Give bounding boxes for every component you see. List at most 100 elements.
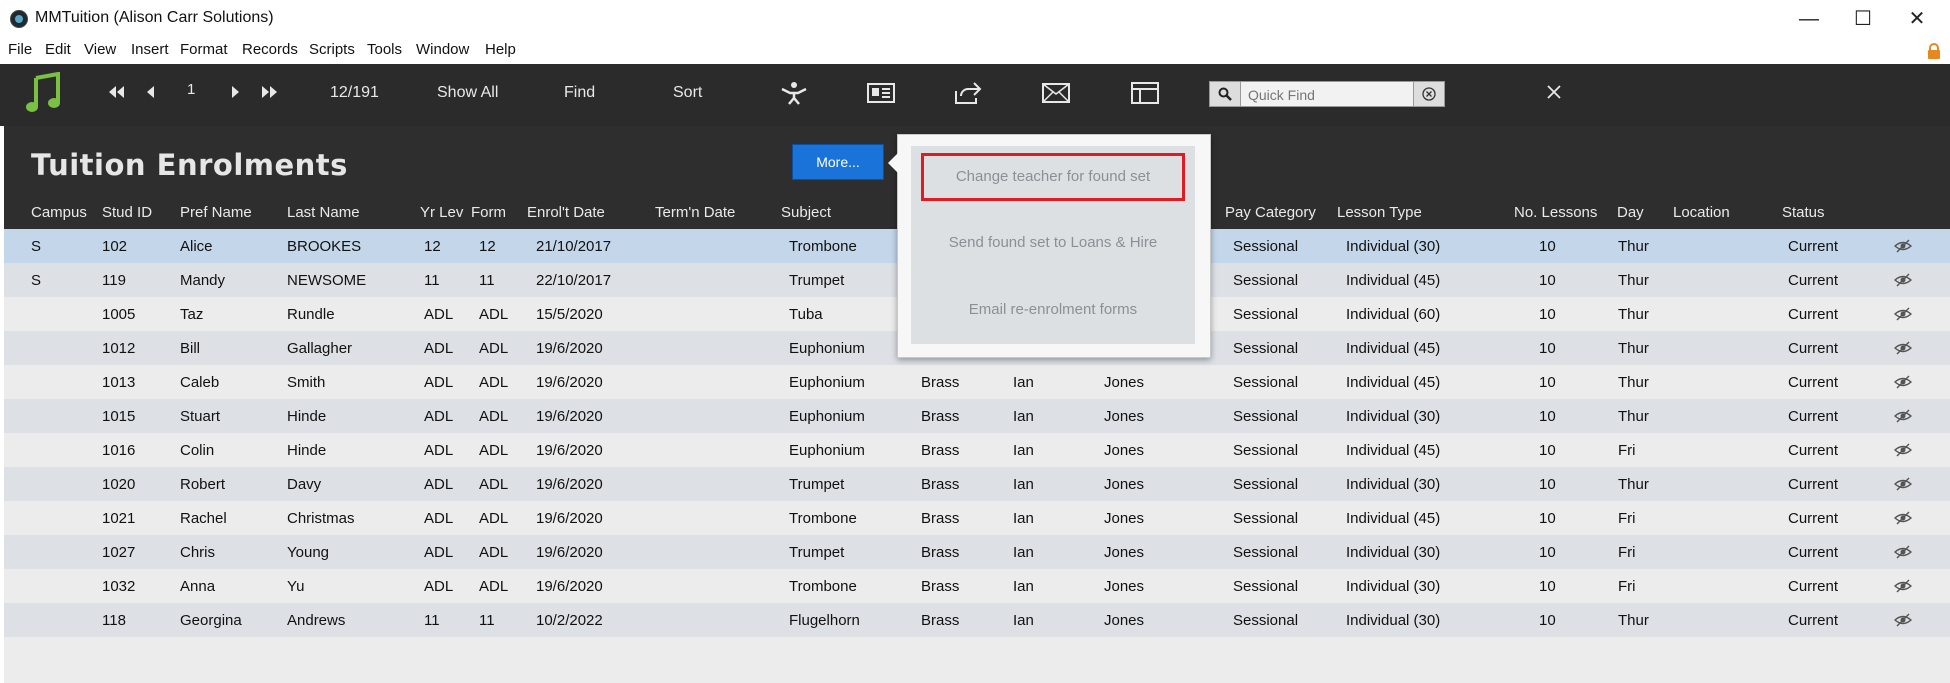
quick-find-input[interactable] [1246,85,1410,105]
cell-teacher-last: Jones [1104,544,1145,561]
cell-last-name: Smith [287,374,326,391]
col-form[interactable]: Form [471,204,506,221]
more-button[interactable]: More... [792,144,884,180]
cell-yr-lev: ADL [424,578,454,595]
col-pref-name[interactable]: Pref Name [180,204,252,221]
menu-insert[interactable]: Insert [131,41,169,58]
cell-day: Thur [1618,306,1649,323]
email-reenrolment-button[interactable]: Email re-enrolment forms [911,301,1195,318]
layout-icon[interactable] [1131,82,1159,104]
last-record-icon[interactable] [261,85,279,99]
cell-enrol-date: 19/6/2020 [536,476,603,493]
close-window-button[interactable]: ✕ [1902,6,1932,32]
col-pay-category[interactable]: Pay Category [1225,204,1316,221]
menu-help[interactable]: Help [485,41,516,58]
cell-enrol-date: 19/6/2020 [536,544,603,561]
cell-yr-lev: ADL [424,476,454,493]
cell-status: Current [1788,578,1839,595]
menu-edit[interactable]: Edit [45,41,71,58]
cell-enrol-date: 19/6/2020 [536,374,603,391]
hide-eye-icon[interactable] [1894,375,1912,389]
table-row[interactable]: 1021 Rachel Christmas ADL ADL 19/6/2020 Trombo… [4,501,1950,535]
col-term-date[interactable]: Term'n Date [655,204,735,221]
hide-eye-icon[interactable] [1894,579,1912,593]
col-subject[interactable]: Subject [781,204,831,221]
col-last-name[interactable]: Last Name [287,204,360,221]
col-lesson-type[interactable]: Lesson Type [1337,204,1422,221]
send-to-loans-button[interactable]: Send found set to Loans & Hire [911,234,1195,251]
close-icon[interactable] [1547,85,1561,99]
show-all-button[interactable]: Show All [437,84,498,102]
hide-eye-icon[interactable] [1894,443,1912,457]
menu-file[interactable]: File [8,41,32,58]
cell-no-lessons: 10 [1539,340,1556,357]
table-row[interactable]: 1020 Robert Davy ADL ADL 19/6/2020 Trumpet Bras… [4,467,1950,501]
table-row[interactable]: 1013 Caleb Smith ADL ADL 19/6/2020 Euphonium Br… [4,365,1950,399]
table-row[interactable]: 118 Georgina Andrews 11 11 10/2/2022 Flugelhor… [4,603,1950,637]
table-row[interactable]: 1016 Colin Hinde ADL ADL 19/6/2020 Euphonium Br… [4,433,1950,467]
cell-form: ADL [479,544,509,561]
cell-last-name: NEWSOME [287,272,367,289]
cell-subject: Euphonium [789,442,865,459]
first-record-icon[interactable] [107,85,125,99]
col-no-lessons[interactable]: No. Lessons [1514,204,1597,221]
sort-button[interactable]: Sort [673,84,702,102]
cell-pay-category: Sessional [1233,272,1299,289]
hide-eye-icon[interactable] [1894,511,1912,525]
next-record-icon[interactable] [231,85,241,99]
contact-card-icon[interactable] [867,83,895,103]
menu-tools[interactable]: Tools [367,41,402,58]
cell-last-name: Andrews [287,612,346,629]
cell-enrol-date: 19/6/2020 [536,340,603,357]
menu-window[interactable]: Window [416,41,469,58]
table-row[interactable]: 1027 Chris Young ADL ADL 19/6/2020 Trumpet Bras… [4,535,1950,569]
find-button[interactable]: Find [564,84,595,102]
menu-records[interactable]: Records [242,41,298,58]
app-icon [10,10,28,28]
hide-eye-icon[interactable] [1894,545,1912,559]
hide-eye-icon[interactable] [1894,477,1912,491]
hide-eye-icon[interactable] [1894,613,1912,627]
col-stud-id[interactable]: Stud ID [102,204,152,221]
cell-stud-id: 1012 [102,340,136,357]
col-status[interactable]: Status [1782,204,1825,221]
quick-find-box [1209,81,1445,107]
cell-no-lessons: 10 [1539,578,1556,595]
toolbar: 1 12/191 Show All Find Sort [0,64,1950,126]
cell-subject: Euphonium [789,340,865,357]
table-row[interactable]: 1032 Anna Yu ADL ADL 19/6/2020 Trombone Brass Ia… [4,569,1950,603]
table-row[interactable]: 1015 Stuart Hinde ADL ADL 19/6/2020 Euphonium B… [4,399,1950,433]
col-day[interactable]: Day [1617,204,1644,221]
col-yr-lev[interactable]: Yr Lev [420,204,463,221]
menu-scripts[interactable]: Scripts [309,41,355,58]
cell-teacher-first: Ian [1013,408,1034,425]
cell-pref-name: Taz [180,306,204,323]
mail-icon[interactable] [1042,83,1070,103]
menu-format[interactable]: Format [180,41,228,58]
col-enrol-date[interactable]: Enrol't Date [527,204,605,221]
cell-stud-id: 1020 [102,476,136,493]
hide-eye-icon[interactable] [1894,307,1912,321]
col-location[interactable]: Location [1673,204,1730,221]
previous-record-icon[interactable] [145,85,155,99]
cell-no-lessons: 10 [1539,374,1556,391]
change-teacher-button[interactable]: Change teacher for found set [911,168,1195,185]
col-campus[interactable]: Campus [31,204,87,221]
hide-eye-icon[interactable] [1894,341,1912,355]
hide-eye-icon[interactable] [1894,409,1912,423]
minimize-button[interactable]: — [1794,6,1824,32]
hide-eye-icon[interactable] [1894,273,1912,287]
search-button[interactable] [1210,82,1241,106]
maximize-button[interactable]: ☐ [1848,6,1878,32]
cell-stud-id: 1032 [102,578,136,595]
hide-eye-icon[interactable] [1894,239,1912,253]
cell-stud-id: 119 [102,272,126,289]
music-note-icon[interactable] [26,72,62,114]
share-icon[interactable] [954,81,982,105]
menu-view[interactable]: View [84,41,116,58]
cell-lesson-type: Individual (30) [1346,408,1441,425]
record-number[interactable]: 1 [187,81,195,98]
person-icon[interactable] [780,81,808,105]
cell-enrol-date: 19/6/2020 [536,442,603,459]
clear-search-button[interactable] [1413,82,1444,106]
